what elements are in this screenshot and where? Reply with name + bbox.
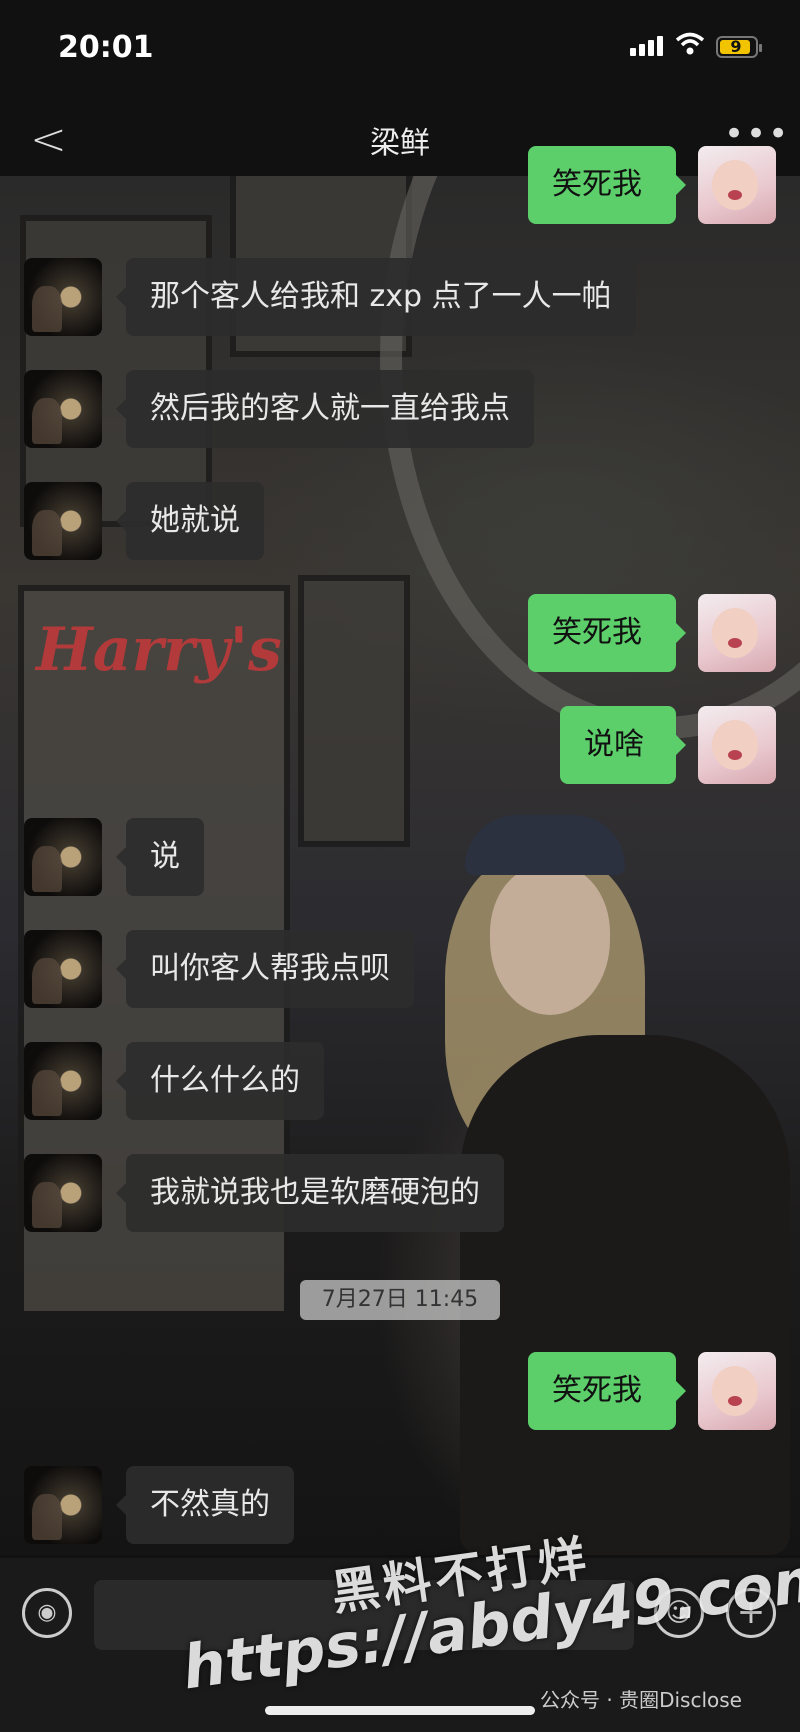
home-indicator	[265, 1706, 535, 1715]
person-cap	[465, 815, 625, 875]
avatar[interactable]	[698, 1352, 776, 1430]
avatar[interactable]	[698, 706, 776, 784]
avatar[interactable]	[24, 482, 102, 560]
message-bubble[interactable]: 她就说	[116, 482, 264, 560]
battery-icon: 9	[716, 36, 762, 58]
chat-title: 梁鲜	[370, 126, 430, 161]
battery-level: 9	[730, 37, 742, 56]
avatar[interactable]	[24, 1042, 102, 1120]
message-bubble[interactable]: 笑死我	[528, 1352, 686, 1430]
status-bar: 20:01 9	[0, 0, 800, 100]
person-face	[490, 865, 610, 1015]
message-bubble[interactable]: 说啥	[560, 706, 686, 784]
person-jacket	[460, 1035, 790, 1555]
status-time: 20:01	[58, 30, 154, 65]
avatar[interactable]	[24, 258, 102, 336]
poster-frame	[298, 575, 410, 847]
message-bubble[interactable]: 什么什么的	[116, 1042, 324, 1120]
avatar[interactable]	[24, 370, 102, 448]
message-bubble[interactable]: 笑死我	[528, 594, 686, 672]
chat-header: < 梁鲜 •••	[0, 100, 800, 176]
message-bubble[interactable]: 我就说我也是软磨硬泡的	[116, 1154, 504, 1232]
avatar[interactable]	[698, 146, 776, 224]
cellular-signal-icon	[630, 36, 666, 56]
message-bubble[interactable]: 叫你客人帮我点呗	[116, 930, 414, 1008]
wifi-icon	[675, 32, 705, 60]
avatar[interactable]	[24, 930, 102, 1008]
message-bubble[interactable]: 然后我的客人就一直给我点	[116, 370, 534, 448]
message-bubble[interactable]: 笑死我	[528, 146, 686, 224]
avatar[interactable]	[24, 1466, 102, 1544]
avatar[interactable]	[24, 1154, 102, 1232]
cafe-sign-logo: Harry's	[36, 615, 282, 685]
message-bubble[interactable]: 不然真的	[116, 1466, 294, 1544]
message-bubble[interactable]: 那个客人给我和 zxp 点了一人一帕	[116, 258, 636, 336]
source-credit: 公众号 · 贵圈Disclose	[540, 1688, 742, 1712]
voice-icon[interactable]: ◉	[22, 1588, 72, 1638]
message-bubble[interactable]: 说	[116, 818, 204, 896]
avatar[interactable]	[698, 594, 776, 672]
avatar[interactable]	[24, 818, 102, 896]
message-timestamp: 7月27日 11:45	[300, 1280, 500, 1320]
